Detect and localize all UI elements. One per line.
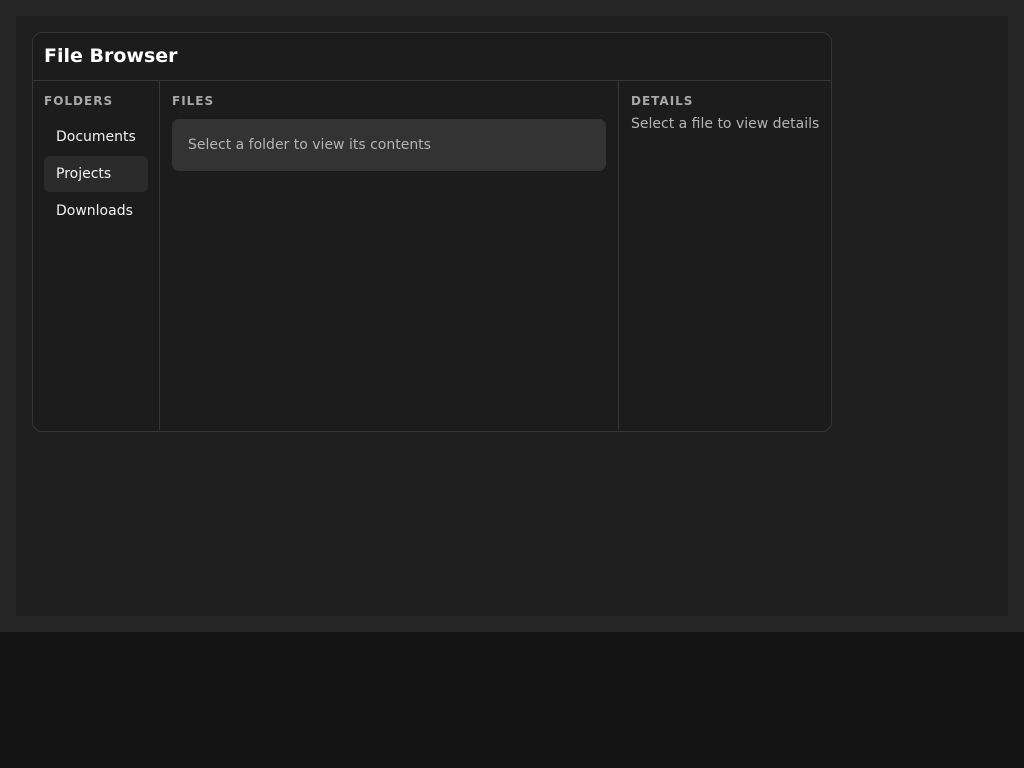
details-empty-state: Select a file to view details [631,116,820,132]
browser-frame: File Browser FOLDERS Documents Projects … [0,0,1024,632]
folders-heading: FOLDERS [44,94,114,108]
app-viewport: File Browser FOLDERS Documents Projects … [16,16,1008,616]
browser-columns: FOLDERS Documents Projects Downloads FIL… [33,81,831,430]
files-heading: FILES [172,94,215,108]
folder-list: Documents Projects Downloads [44,119,148,229]
page-title: File Browser [44,45,178,67]
details-heading: DETAILS [631,94,694,108]
panel-header: File Browser [33,33,831,81]
folders-column: FOLDERS Documents Projects Downloads [33,81,160,430]
files-empty-state: Select a folder to view its contents [172,119,606,171]
folder-item-documents[interactable]: Documents [44,119,148,155]
files-column: FILES Select a folder to view its conten… [160,81,619,430]
details-column: DETAILS Select a file to view details [619,81,831,430]
folder-item-downloads[interactable]: Downloads [44,193,148,229]
file-browser-panel: File Browser FOLDERS Documents Projects … [32,32,832,432]
folder-item-projects[interactable]: Projects [44,156,148,192]
